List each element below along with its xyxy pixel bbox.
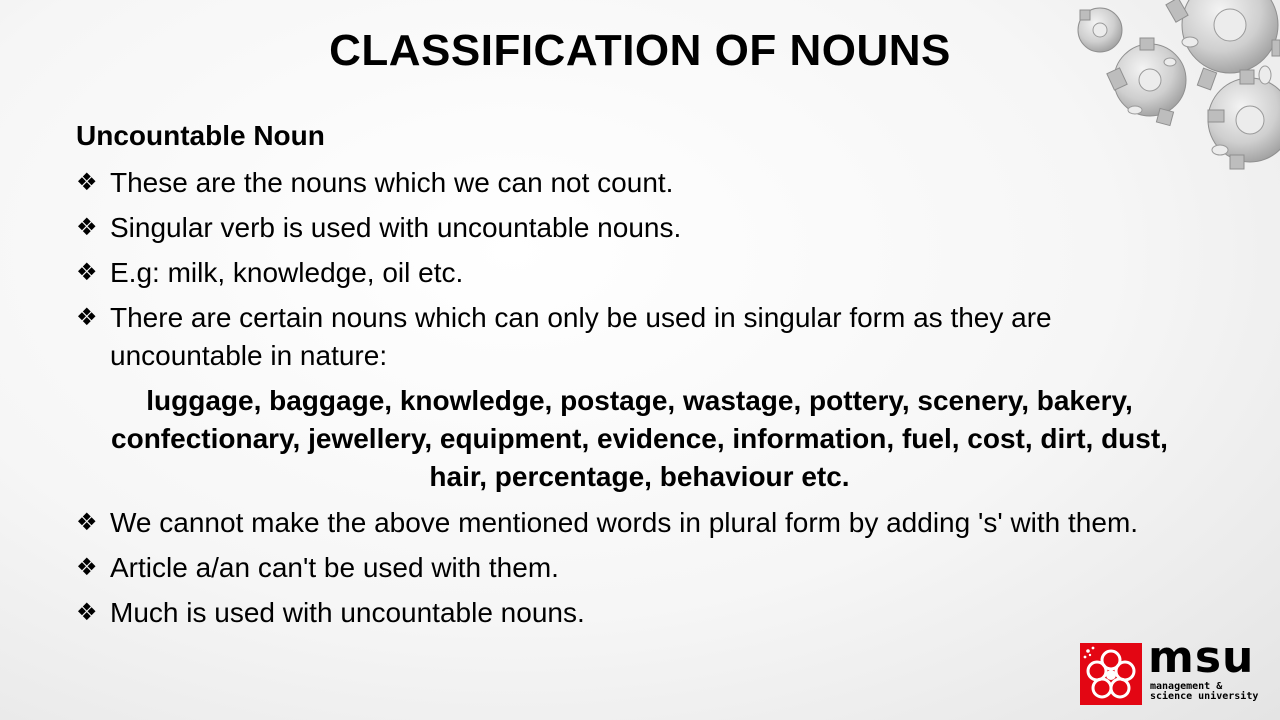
example-word-list: luggage, baggage, knowledge, postage, wa… [111,385,1168,492]
bullet-item: ❖ Singular verb is used with uncountable … [76,209,1211,247]
subheading: Uncountable Noun [76,120,325,151]
slide-title: CLASSIFICATION OF NOUNS [329,26,951,75]
bullet-diamond-icon: ❖ [76,214,98,241]
bullet-diamond-icon: ❖ [76,509,98,536]
bullet-text: There are certain nouns which can only b… [110,302,1052,371]
bullet-text: These are the nouns which we can not cou… [110,167,674,198]
bullet-diamond-icon: ❖ [76,259,98,286]
bullet-text: We cannot make the above mentioned words… [110,507,1139,538]
flower-logo-icon [1080,643,1142,705]
bullet-item: ❖ We cannot make the above mentioned word… [76,504,1211,542]
bullet-item: ❖ These are the nouns which we can not co… [76,164,1211,202]
bullet-item: ❖ Article a/an can't be used with them. [76,549,1211,587]
bullet-item: ❖ E.g: milk, knowledge, oil etc. [76,254,1211,292]
logo-tagline-line2: science university [1150,691,1259,702]
bullet-text: E.g: milk, knowledge, oil etc. [110,257,464,288]
bullet-item: ❖ Much is used with uncountable nouns. [76,594,1211,632]
bullet-text: Singular verb is used with uncountable n… [110,212,682,243]
bullet-item: ❖ There are certain nouns which can only … [76,299,1211,375]
bullet-diamond-icon: ❖ [76,599,98,626]
bullet-text: Article a/an can't be used with them. [110,552,559,583]
bullet-diamond-icon: ❖ [76,169,98,196]
slide-content: Uncountable Noun ❖ These are the nouns wh… [76,118,1211,639]
slide: CLASSIFICATION OF NOUNS Uncountable Noun… [0,0,1280,720]
bullet-diamond-icon: ❖ [76,304,98,331]
bullet-list-bottom: ❖ We cannot make the above mentioned word… [76,504,1211,632]
bullet-diamond-icon: ❖ [76,554,98,581]
msu-logo: msu management & science university [1080,633,1265,709]
logo-wordmark: msu [1148,632,1255,683]
logo-tagline: management & science university [1150,682,1265,702]
bullet-list-top: ❖ These are the nouns which we can not co… [76,164,1211,375]
bullet-text: Much is used with uncountable nouns. [110,597,585,628]
